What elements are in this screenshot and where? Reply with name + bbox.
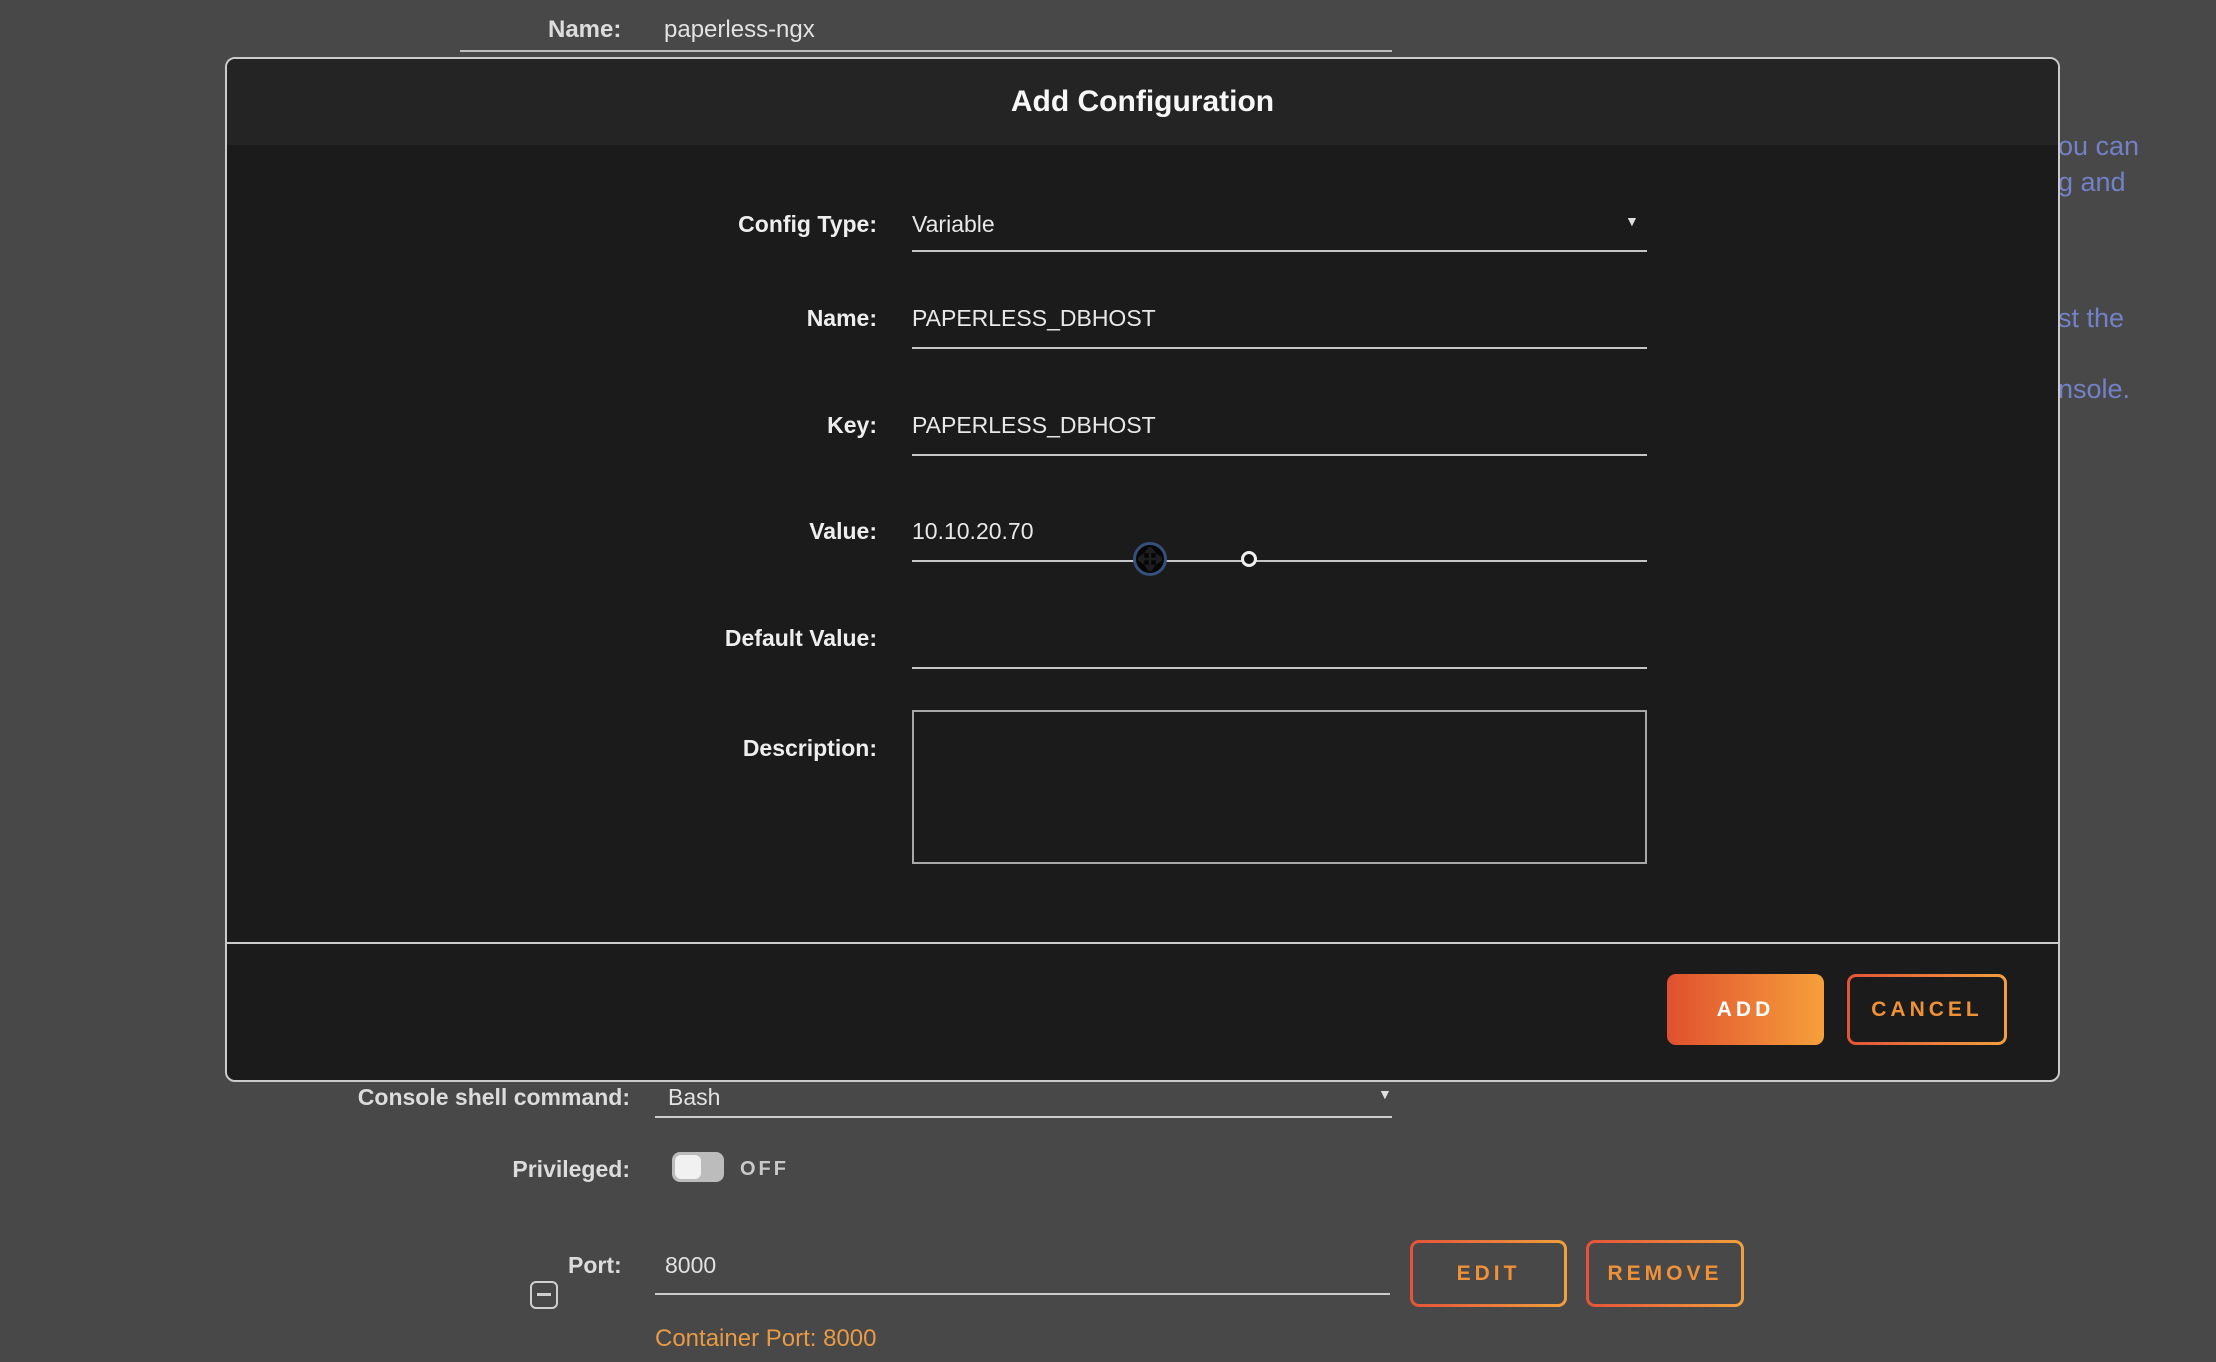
description-label: Description: xyxy=(527,735,877,762)
chevron-down-icon: ▼ xyxy=(1625,213,1639,229)
move-cursor-icon xyxy=(1133,542,1167,576)
dialog-title: Add Configuration xyxy=(227,85,2058,119)
footer-divider xyxy=(227,942,2058,944)
add-configuration-dialog: Add Configuration Config Type: Variable … xyxy=(225,57,2060,1082)
bg-help-text-fragment: ou can xyxy=(2058,131,2139,162)
privileged-state: OFF xyxy=(740,1158,789,1181)
key-label: Key: xyxy=(527,412,877,439)
port-label: Port: xyxy=(568,1252,622,1279)
add-button[interactable]: ADD xyxy=(1667,974,1824,1045)
value-input[interactable]: 10.10.20.70 xyxy=(912,518,1612,545)
name-input[interactable]: PAPERLESS_DBHOST xyxy=(912,305,1612,332)
bg-help-text-fragment: nsole. xyxy=(2058,374,2130,405)
bg-name-underline xyxy=(460,50,1392,52)
collapse-minus-icon[interactable] xyxy=(530,1281,558,1309)
default-value-underline xyxy=(912,667,1647,669)
port-underline xyxy=(655,1293,1390,1295)
port-value[interactable]: 8000 xyxy=(665,1252,716,1279)
config-type-label: Config Type: xyxy=(527,211,877,238)
key-underline xyxy=(912,454,1647,456)
description-textarea[interactable] xyxy=(912,710,1647,864)
privileged-label: Privileged: xyxy=(240,1156,630,1183)
page: { "modal": { "title": "Add Configuration… xyxy=(0,0,2216,1362)
value-label: Value: xyxy=(527,518,877,545)
name-label: Name: xyxy=(527,305,877,332)
name-underline xyxy=(912,347,1647,349)
click-marker-icon xyxy=(1241,551,1257,567)
config-type-underline xyxy=(912,250,1647,252)
console-shell-label: Console shell command: xyxy=(240,1084,630,1111)
bg-name-label: Name: xyxy=(548,16,621,44)
console-shell-underline xyxy=(655,1116,1392,1118)
container-port-note: Container Port: 8000 xyxy=(655,1325,876,1353)
config-type-select[interactable]: Variable xyxy=(912,211,1612,238)
bg-help-text-fragment: st the xyxy=(2058,303,2124,334)
privileged-toggle[interactable] xyxy=(672,1152,724,1182)
value-underline xyxy=(912,560,1647,562)
edit-button[interactable]: EDIT xyxy=(1410,1240,1567,1307)
bg-name-value[interactable]: paperless-ngx xyxy=(664,16,815,44)
console-shell-select[interactable]: Bash xyxy=(668,1084,720,1111)
move-arrows-glyph xyxy=(1138,547,1162,571)
bg-help-text-fragment: g and xyxy=(2058,167,2126,198)
key-input[interactable]: PAPERLESS_DBHOST xyxy=(912,412,1612,439)
toggle-knob xyxy=(675,1155,701,1179)
remove-button[interactable]: REMOVE xyxy=(1586,1240,1744,1307)
default-value-label: Default Value: xyxy=(527,625,877,652)
cancel-button[interactable]: CANCEL xyxy=(1847,974,2007,1045)
chevron-down-icon: ▼ xyxy=(1378,1086,1392,1102)
